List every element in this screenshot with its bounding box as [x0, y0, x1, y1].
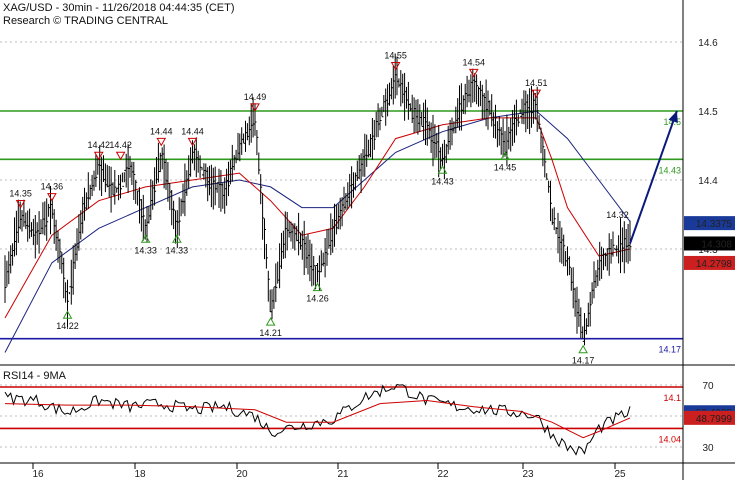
swing-high-label: 14.44: [150, 126, 173, 136]
rsi-tick-label: 70: [702, 381, 714, 392]
price-tick-label: 14.4: [698, 176, 718, 187]
swing-high-marker-icon: [115, 151, 126, 161]
badge-layer: 14.337514.30814.279852.423548.7999: [684, 216, 735, 425]
x-tick-label: 21: [337, 469, 349, 480]
level-label: 14.1: [663, 393, 681, 403]
price-tick-label: 14.6: [698, 38, 718, 49]
price-badge-text: 14.308: [701, 239, 732, 250]
x-tick-label: 20: [236, 469, 248, 480]
x-tick-label: 16: [32, 469, 44, 480]
swing-low-label: 14.21: [259, 328, 282, 338]
swing-low-label: 14.33: [166, 245, 189, 255]
x-tick-label: 23: [522, 469, 534, 480]
price-badge-text: 14.3375: [696, 219, 733, 230]
swing-low-label: 14.33: [134, 245, 157, 255]
rsi-badge-text: 48.7999: [696, 414, 733, 425]
swing-low-label: 14.26: [306, 294, 329, 304]
price-tick-label: 14.5: [698, 107, 718, 118]
price-chart-svg: 14.5 14.43 14.17 14.1 14.04 14.35 14.36 14.22 1…: [0, 0, 735, 480]
swing-high-label: 14.49: [244, 92, 267, 102]
price-annotation-label: 14.32: [606, 210, 629, 220]
level-label: 14.17: [658, 345, 681, 355]
x-tick-label: 18: [134, 469, 146, 480]
level-label: 14.43: [658, 165, 681, 175]
price-badge-text: 14.2798: [696, 259, 733, 270]
swing-low-marker-icon: [578, 344, 588, 354]
swing-low-label: 14.17: [572, 356, 595, 366]
swing-low-label: 14.43: [431, 176, 454, 186]
swing-high-label: 14.36: [41, 182, 64, 192]
chart-stage: XAG/USD - 30min - 11/26/2018 04:44:35 (C…: [0, 0, 735, 480]
price-layer: [4, 53, 678, 346]
swing-low-marker-icon: [437, 165, 448, 174]
swing-high-label: 14.35: [9, 189, 32, 199]
level-label: 14.04: [658, 434, 681, 444]
swing-high-label: 14.55: [384, 51, 407, 61]
swing-low-marker-icon: [265, 317, 276, 326]
rsi-line: [4, 384, 631, 456]
swing-high-label: 14.51: [525, 78, 548, 88]
swing-high-label: 14.42: [87, 140, 110, 150]
levels-layer: 14.514.4314.1714.114.04: [0, 110, 683, 444]
rsi-layer: [4, 384, 631, 456]
x-tick-label: 22: [437, 469, 449, 480]
rsi-tick-label: 30: [702, 443, 714, 454]
forecast-arrow-line: [629, 110, 678, 244]
x-tick-label: 25: [614, 469, 626, 480]
swing-low-label: 14.45: [494, 163, 517, 173]
swing-low-marker-icon: [312, 282, 323, 292]
swing-low-label: 14.22: [56, 321, 79, 331]
swing-high-label: 14.42: [109, 140, 132, 150]
swing-high-label: 14.54: [462, 57, 485, 67]
swing-high-label: 14.44: [181, 126, 204, 136]
